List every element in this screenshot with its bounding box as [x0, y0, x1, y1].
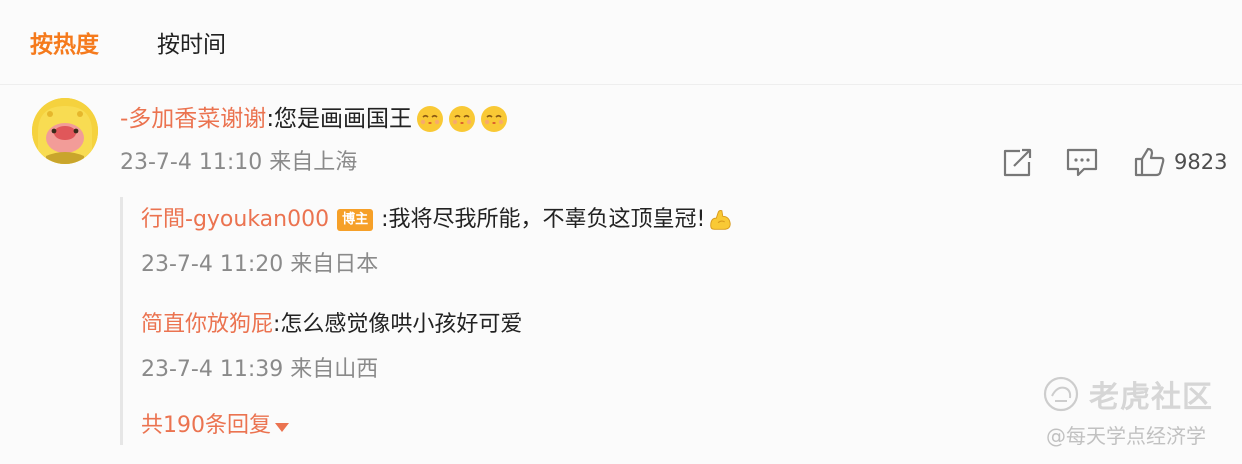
tab-time[interactable]: 按时间	[157, 28, 226, 62]
caret-down-icon	[275, 423, 289, 432]
comment-icon[interactable]	[1064, 146, 1100, 178]
avatar[interactable]	[32, 98, 98, 164]
reply-time: 23-7-4 11:39	[141, 357, 284, 382]
avatar-image	[32, 98, 98, 164]
comment-location: 来自上海	[269, 150, 358, 175]
watermark-source: @每天学点经济学	[1046, 424, 1206, 448]
comment-meta: 23-7-4 11:10 来自上海	[120, 147, 357, 179]
reply-text: :我将尽我所能，不辜负这顶皇冠!	[381, 207, 706, 232]
comment-actions: 9823	[1000, 145, 1227, 179]
more-replies-label: 共190条回复	[141, 413, 271, 438]
tiger-logo-icon	[1043, 376, 1079, 412]
reply-time: 23-7-4 11:20	[141, 252, 284, 277]
reply-list: 行間-gyoukan000 博主 :我将尽我所能，不辜负这顶皇冠! 23-7-4…	[120, 197, 1123, 445]
reply-item: 简直你放狗屁 :怎么感觉像哄小孩好可爱	[141, 308, 522, 342]
comment-time: 23-7-4 11:10	[120, 150, 263, 175]
comment-username[interactable]: -多加香菜谢谢	[120, 101, 266, 137]
tabs-divider	[0, 84, 1242, 85]
more-replies-link[interactable]: 共190条回复	[141, 409, 289, 443]
reply-username[interactable]: 简直你放狗屁	[141, 308, 273, 342]
reply-username[interactable]: 行間-gyoukan000	[141, 203, 329, 237]
kiss-face-emoji-icon	[417, 106, 444, 132]
reply-item: 行間-gyoukan000 博主 :我将尽我所能，不辜负这顶皇冠!	[141, 203, 733, 237]
comment-content: -多加香菜谢谢 :您是画画国王	[120, 101, 508, 137]
reply-meta: 23-7-4 11:20 来自日本	[141, 249, 378, 281]
watermark-logo: 老虎社区	[1043, 372, 1213, 416]
kiss-face-emoji-icon	[481, 106, 508, 132]
watermark-brand: 老虎社区	[1089, 380, 1213, 415]
sort-tabs: 按热度 按时间	[30, 28, 226, 62]
reply-location: 来自日本	[290, 252, 379, 277]
kiss-face-emoji-icon	[449, 106, 476, 132]
like-icon[interactable]	[1132, 146, 1168, 178]
author-badge: 博主	[337, 209, 374, 231]
comment-section: 按热度 按时间 -多加香菜谢谢 :您是画画国王 23-7-4 11:10 来自上…	[0, 0, 1242, 464]
like-count: 9823	[1174, 150, 1228, 174]
tab-hot[interactable]: 按热度	[30, 28, 99, 62]
comment-text: :您是画画国王	[266, 106, 413, 132]
reply-location: 来自山西	[290, 357, 379, 382]
share-icon[interactable]	[1000, 146, 1036, 178]
reply-meta: 23-7-4 11:39 来自山西	[141, 354, 378, 386]
reply-text: :怎么感觉像哄小孩好可爱	[273, 312, 523, 337]
muscle-emoji-icon	[710, 210, 732, 230]
